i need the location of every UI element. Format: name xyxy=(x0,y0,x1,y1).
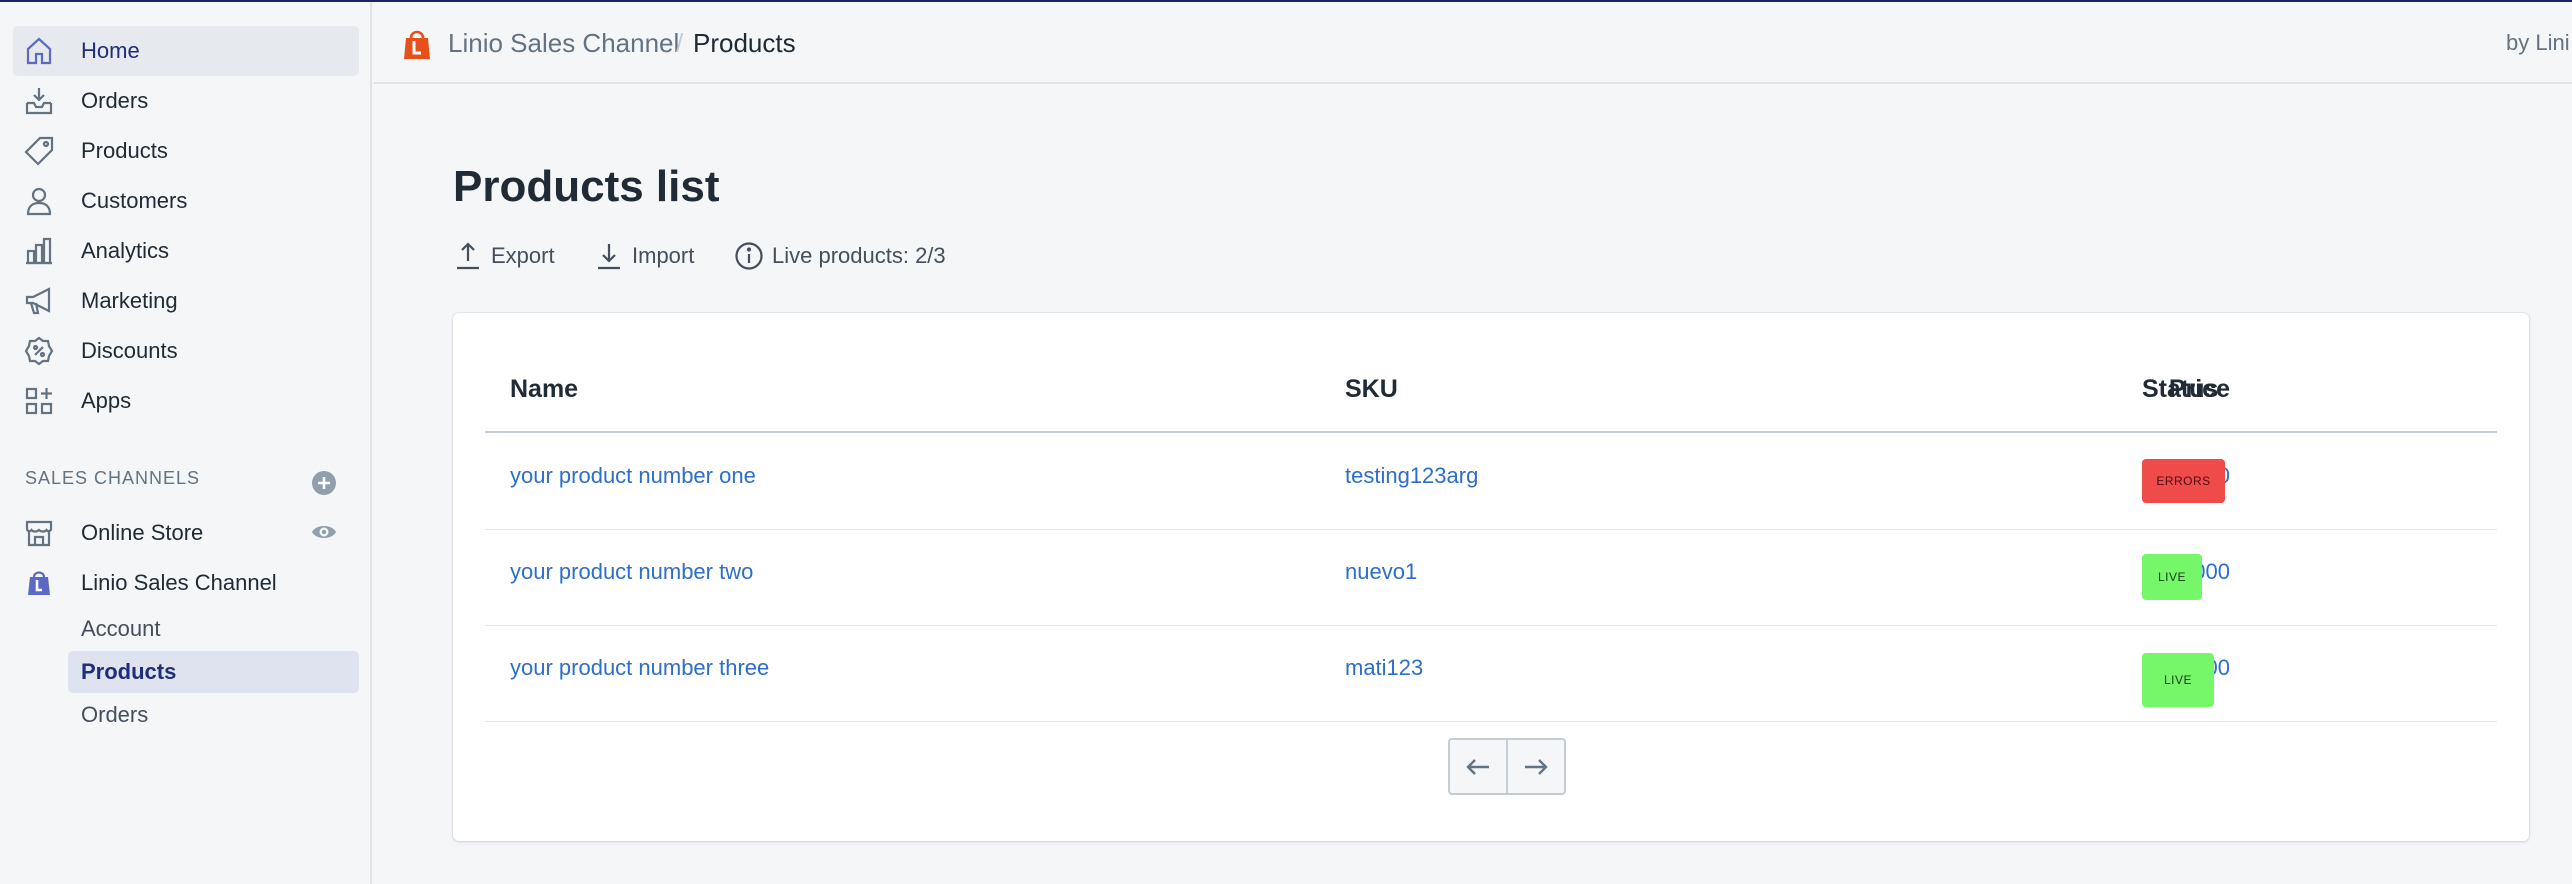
sidebar-item-discounts[interactable]: Discounts xyxy=(13,326,359,376)
sidebar-item-label: Home xyxy=(81,38,140,63)
tag-icon xyxy=(23,135,55,167)
sidebar: Home Orders Products Customers Analytics… xyxy=(0,2,372,884)
sidebar-item-orders[interactable]: Orders xyxy=(13,76,359,126)
product-sku-link[interactable]: testing123arg xyxy=(1345,461,1478,491)
megaphone-icon xyxy=(23,285,55,317)
product-name-link[interactable]: your product number three xyxy=(510,653,769,683)
table-header-divider xyxy=(485,431,2497,433)
status-badge: LIVE xyxy=(2142,653,2214,707)
sidebar-item-apps[interactable]: Apps xyxy=(13,376,359,426)
sidebar-item-label: Online Store xyxy=(81,520,204,545)
bar-chart-icon xyxy=(23,235,55,267)
sidebar-item-label: Customers xyxy=(81,188,188,213)
export-button[interactable]: Export xyxy=(453,238,555,274)
row-divider xyxy=(485,625,2497,626)
add-channel-icon[interactable] xyxy=(311,470,337,496)
inbox-download-icon xyxy=(23,85,55,117)
sidebar-item-label: Products xyxy=(81,138,168,163)
sales-channels-heading: SALES CHANNELS xyxy=(25,468,201,488)
apps-grid-icon xyxy=(23,385,55,417)
sidebar-item-label: Linio Sales Channel xyxy=(81,570,277,595)
sidebar-item-products[interactable]: Products xyxy=(13,126,359,176)
next-page-button[interactable] xyxy=(1508,740,1564,793)
product-name-link[interactable]: your product number two xyxy=(510,557,753,587)
sidebar-item-online-store[interactable]: Online Store xyxy=(13,508,359,558)
breadcrumb-parent-link[interactable]: Linio Sales Channel xyxy=(448,2,679,84)
breadcrumb-current: Products xyxy=(693,28,796,58)
view-store-eye-icon[interactable] xyxy=(310,518,338,546)
sidebar-item-marketing[interactable]: Marketing xyxy=(13,276,359,326)
previous-page-button[interactable] xyxy=(1450,740,1506,793)
export-icon xyxy=(457,242,479,270)
export-label: Export xyxy=(491,243,555,268)
linio-bag-icon xyxy=(23,567,55,599)
import-button[interactable]: Import xyxy=(594,238,694,274)
row-divider xyxy=(485,721,2497,722)
sidebar-item-customers[interactable]: Customers xyxy=(13,176,359,226)
status-badge: LIVE xyxy=(2142,554,2202,600)
row-divider xyxy=(485,529,2497,530)
sidebar-item-home[interactable]: Home xyxy=(13,26,359,76)
sidebar-item-linio-sales-channel[interactable]: Linio Sales Channel xyxy=(13,558,359,608)
column-header-status: Status xyxy=(2142,375,2219,403)
discount-badge-icon xyxy=(23,335,55,367)
product-sku-link[interactable]: mati123 xyxy=(1345,653,1423,683)
sidebar-item-label: Marketing xyxy=(81,288,178,313)
sidebar-subitem-orders[interactable]: Orders xyxy=(68,694,359,736)
app-byline: by Lini xyxy=(2506,30,2570,55)
arrow-right-icon xyxy=(1524,758,1548,775)
import-label: Import xyxy=(632,243,695,268)
store-icon xyxy=(23,517,55,549)
sidebar-item-label: Analytics xyxy=(81,238,170,263)
sidebar-subitem-account[interactable]: Account xyxy=(68,608,359,650)
product-sku-link[interactable]: nuevo1 xyxy=(1345,557,1417,587)
sidebar-subitem-label: Account xyxy=(81,616,161,641)
status-badge: ERRORS xyxy=(2142,459,2225,503)
sidebar-item-analytics[interactable]: Analytics xyxy=(13,226,359,276)
page-title: Products list xyxy=(453,162,720,211)
sidebar-item-label: Discounts xyxy=(81,338,178,363)
column-header-name: Name xyxy=(510,375,579,403)
import-icon xyxy=(598,244,620,270)
person-icon xyxy=(23,185,55,217)
sidebar-subitem-label: Products xyxy=(81,659,177,684)
live-products-count: Live products: 2/3 xyxy=(772,243,946,268)
info-icon xyxy=(735,242,763,270)
sidebar-subitem-products[interactable]: Products xyxy=(68,651,359,693)
linio-logo-icon xyxy=(400,27,434,61)
arrow-left-icon xyxy=(1466,758,1489,775)
product-name-link[interactable]: your product number one xyxy=(510,461,756,491)
breadcrumb-separator: / xyxy=(676,28,684,58)
pagination xyxy=(1448,738,1566,795)
sidebar-item-label: Orders xyxy=(81,88,149,113)
top-bar: Linio Sales Channel / Products by Lini xyxy=(374,2,2572,84)
column-header-sku: SKU xyxy=(1345,375,1398,403)
home-icon xyxy=(23,35,55,67)
sidebar-item-label: Apps xyxy=(81,388,132,413)
sidebar-subitem-label: Orders xyxy=(81,702,149,727)
live-products-info: Live products: 2/3 xyxy=(734,238,946,274)
products-table-card: Name SKU Price Status your product numbe… xyxy=(453,313,2529,841)
